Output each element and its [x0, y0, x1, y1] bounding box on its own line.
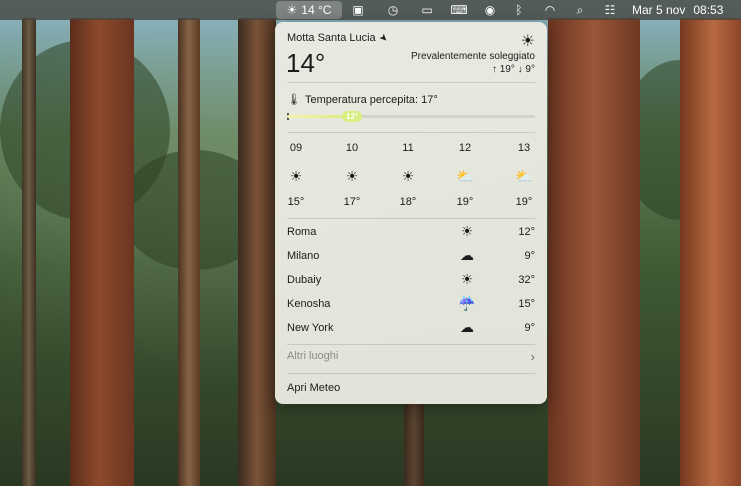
high-low: ↑ 19° ↓ 9° — [492, 64, 535, 75]
time-machine-icon[interactable]: ◷ — [384, 0, 402, 20]
city-temperature: 12° — [518, 226, 535, 238]
hour-temperature: 19° — [515, 196, 533, 208]
city-temperature: 9° — [524, 322, 535, 334]
tree-trunk — [548, 18, 640, 486]
menubar-clock[interactable]: Mar 5 nov 08:53 — [632, 0, 732, 20]
tree-trunk — [22, 18, 36, 486]
cloud-icon: ☁ — [460, 247, 474, 263]
wifi-icon[interactable]: ◠ — [541, 0, 559, 20]
weather-popup: Motta Santa Lucia ➤ 14° ☀ Prevalentement… — [275, 22, 547, 404]
rain-cloud-icon: ☔ — [458, 295, 476, 311]
divider — [287, 132, 535, 133]
partly-cloudy-icon: ⛅ — [515, 168, 533, 184]
city-temperature: 32° — [518, 274, 535, 286]
hour-temperature: 19° — [456, 196, 474, 208]
weather-condition: Prevalentemente soleggiato — [411, 51, 535, 62]
sun-icon: ☀ — [286, 3, 298, 17]
sun-icon: ☀ — [460, 271, 474, 287]
hour-temperature: 15° — [287, 196, 305, 208]
tree-trunk — [238, 18, 276, 486]
city-temperature: 9° — [524, 250, 535, 262]
divider — [287, 82, 535, 83]
menubar-temperature: 14 °C — [301, 3, 332, 17]
hour-label: 09 — [289, 142, 303, 154]
location-header: Motta Santa Lucia ➤ — [287, 31, 390, 45]
tree-trunk — [680, 18, 741, 486]
feels-like-bar: 13° — [287, 111, 535, 122]
control-center-icon[interactable]: ☷ — [601, 0, 619, 20]
user-icon[interactable]: ◉ — [481, 0, 499, 20]
more-places-item[interactable]: Altri luoghi › — [287, 349, 535, 366]
menubar-date: Mar 5 nov — [632, 3, 686, 17]
sun-icon: ☀ — [345, 168, 359, 184]
city-name: Kenosha — [287, 298, 331, 310]
city-name: Milano — [287, 250, 320, 262]
city-row-kenosha[interactable]: Kenosha ☔ 15° — [287, 293, 535, 317]
tree-trunk — [178, 18, 200, 486]
hour-label: 10 — [345, 142, 359, 154]
sun-icon: ☀ — [401, 168, 415, 184]
sun-icon: ☀ — [460, 223, 474, 239]
tree-trunk — [404, 404, 424, 486]
divider — [287, 344, 535, 345]
hour-temperature: 18° — [399, 196, 417, 208]
stage-manager-icon[interactable]: ▣ — [349, 0, 367, 20]
city-temperature: 15° — [518, 298, 535, 310]
chevron-right-icon: › — [530, 349, 535, 364]
hour-temperature: 17° — [343, 196, 361, 208]
hour-label: 12 — [458, 142, 472, 154]
divider — [287, 218, 535, 219]
tree-trunk — [70, 18, 134, 486]
weather-menu-extra[interactable]: ☀ 14 °C — [276, 1, 342, 19]
low-temperature: ↓ 9° — [517, 64, 535, 75]
keyboard-icon[interactable]: ⌨ — [450, 0, 468, 20]
thermometer-icon: 🌡 — [287, 94, 301, 106]
sun-icon: ☀ — [520, 33, 535, 50]
feels-like-label: Temperatura percepita: 17° — [304, 93, 438, 106]
feels-like-marker: 13° — [341, 111, 363, 122]
city-row-dubaiy[interactable]: Dubaiy ☀ 32° — [287, 269, 535, 293]
display-icon[interactable]: ▭ — [418, 0, 436, 20]
location-arrow-icon: ➤ — [376, 31, 390, 45]
hour-label: 13 — [517, 142, 531, 154]
city-name: Dubaiy — [287, 274, 322, 286]
more-places-label: Altri luoghi — [287, 350, 339, 362]
menubar-time: 08:53 — [693, 3, 724, 17]
cloud-icon: ☁ — [460, 319, 474, 335]
high-temperature: ↑ 19° — [491, 64, 515, 75]
location-name: Motta Santa Lucia — [287, 32, 376, 44]
hour-label: 11 — [402, 142, 414, 154]
city-name: Roma — [287, 226, 317, 238]
city-row-milano[interactable]: Milano ☁ 9° — [287, 245, 535, 269]
partly-cloudy-icon: ⛅ — [456, 168, 474, 184]
feels-like-row: 🌡 Temperatura percepita: 17° — [287, 93, 438, 107]
sun-icon: ☀ — [289, 168, 303, 184]
menu-bar: ☀ 14 °C ▣ ◷ ▭ ⌨ ◉ ᛒ ◠ ⌕ ☷ Mar 5 nov 08:5… — [0, 0, 741, 20]
open-weather-app-item[interactable]: Apri Meteo — [287, 382, 340, 394]
city-row-new-york[interactable]: New York ☁ 9° — [287, 317, 535, 341]
bluetooth-icon[interactable]: ᛒ — [510, 0, 528, 20]
current-temperature: 14° — [286, 48, 326, 78]
city-row-roma[interactable]: Roma ☀ 12° — [287, 221, 535, 245]
spotlight-icon[interactable]: ⌕ — [571, 0, 589, 20]
divider — [287, 373, 535, 374]
city-name: New York — [287, 322, 334, 334]
